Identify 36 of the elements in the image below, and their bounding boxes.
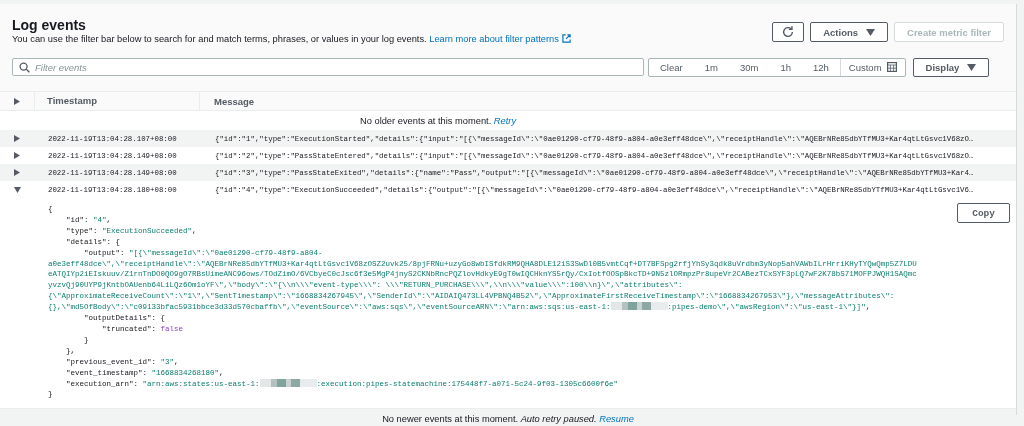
time-range-button[interactable]: 1h [769, 58, 802, 76]
resume-link[interactable]: Resume [599, 414, 634, 425]
section-title: Log events [12, 17, 87, 33]
redacted-blur [610, 302, 668, 311]
caret-right-icon[interactable] [14, 97, 20, 105]
caret-right-icon [14, 135, 20, 142]
caret-icon [967, 63, 977, 71]
column-header: Message [214, 95, 255, 107]
copy-button[interactable]: Copy [957, 203, 1010, 223]
learn-more-link[interactable]: Learn more about filter patterns [429, 34, 571, 44]
caret-down-icon [13, 186, 21, 193]
expand-toggle[interactable] [12, 133, 22, 144]
caret-right-icon [14, 152, 20, 159]
description-text: You can use the filter bar below to search for and match terms, phrases, or values in your log events. Learn more about filter patterns [12, 34, 571, 44]
time-range-button[interactable]: 12h [801, 58, 840, 76]
caret-icon [866, 28, 876, 36]
expand-toggle[interactable] [12, 167, 22, 178]
time-range-button[interactable]: Clear [649, 58, 694, 76]
caret-right-icon [14, 169, 20, 176]
display-dropdown[interactable]: Display [912, 57, 990, 77]
filter-field[interactable]: Filter events [12, 58, 644, 76]
calendar-icon [886, 62, 897, 72]
external-link-icon [561, 34, 571, 43]
expand-toggle[interactable] [11, 184, 23, 195]
retry-link[interactable]: Retry [493, 116, 517, 126]
custom-range-button[interactable]: Custom [839, 58, 905, 76]
status-message: No newer events at this moment. Auto retry paused. Resume [382, 414, 634, 425]
status-message: No older events at this moment. Retry [360, 116, 517, 126]
actions-dropdown[interactable]: Actions [810, 22, 889, 42]
time-range-button[interactable]: 30m [728, 58, 770, 76]
column-header: Timestamp [47, 95, 97, 106]
refresh-button[interactable] [772, 22, 805, 42]
expand-toggle[interactable] [12, 150, 22, 161]
refresh-icon [781, 25, 796, 39]
time-range-button[interactable]: 1m [693, 58, 729, 76]
redacted-blur [259, 378, 317, 387]
